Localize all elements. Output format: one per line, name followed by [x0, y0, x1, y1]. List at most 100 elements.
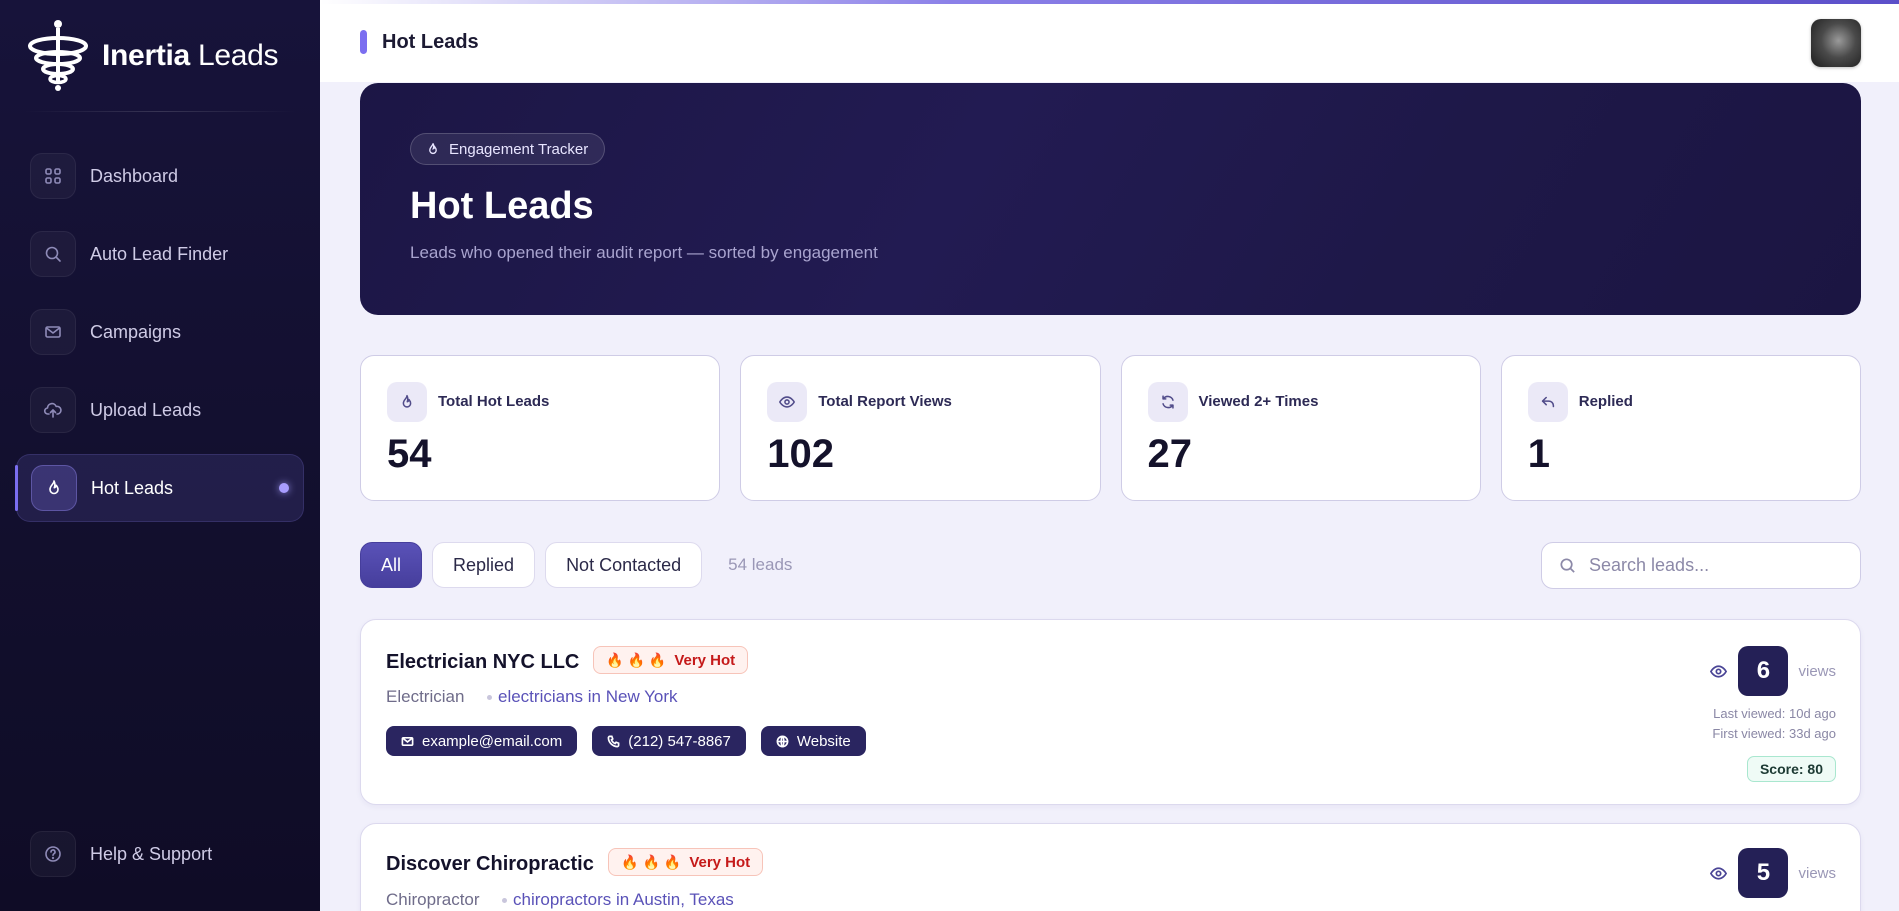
page-title: Hot Leads — [382, 31, 479, 53]
heat-badge: 🔥 🔥 🔥 Very Hot — [608, 848, 764, 876]
flame-icon — [31, 465, 77, 511]
stat-label: Total Hot Leads — [438, 393, 550, 410]
sidebar-item-hot-leads[interactable]: Hot Leads — [15, 454, 304, 522]
stat-value: 27 — [1147, 432, 1193, 476]
stat-value: 1 — [1527, 432, 1550, 476]
fire-icon: 🔥 — [627, 651, 645, 668]
engagement-tracker-badge: Engagement Tracker — [410, 133, 606, 165]
sidebar-item-campaigns[interactable]: Campaigns — [16, 298, 304, 366]
logo-icon — [28, 20, 88, 91]
sidebar-nav: Dashboard Auto Lead Finder Campaigns Upl… — [15, 142, 304, 532]
first-viewed: First viewed: 33d ago — [1712, 726, 1836, 741]
filter-replied-button[interactable]: Replied — [432, 542, 536, 588]
heat-badge: 🔥 🔥 🔥 Very Hot — [593, 646, 749, 674]
sidebar-divider — [24, 111, 296, 112]
stat-label: Total Report Views — [818, 393, 952, 410]
avatar[interactable] — [1811, 19, 1861, 67]
brand-name: Inertia Leads — [102, 39, 279, 72]
mail-icon — [30, 309, 76, 355]
sidebar-item-label: Dashboard — [90, 165, 179, 186]
lead-category: Electrician — [386, 687, 465, 706]
sidebar-item-label: Campaigns — [90, 321, 182, 342]
stat-card-replied: Replied 1 — [1500, 355, 1861, 501]
refresh-icon — [1147, 382, 1188, 422]
phone-chip[interactable]: (212) 547-8867 — [592, 726, 746, 756]
heat-label: Very Hot — [689, 853, 751, 871]
score-badge: Score: 80 — [1746, 756, 1836, 782]
fire-icon: 🔥 — [642, 853, 660, 870]
sidebar-item-auto-lead-finder[interactable]: Auto Lead Finder — [16, 220, 304, 288]
hero-subtitle: Leads who opened their audit report — so… — [410, 243, 878, 262]
eye-icon — [1710, 664, 1728, 678]
views-counter: 6 views — [1709, 646, 1836, 696]
eye-icon — [1710, 866, 1728, 880]
grid-icon — [30, 153, 76, 199]
top-bar: Hot Leads — [320, 0, 1899, 82]
view-count: 6 — [1738, 646, 1789, 696]
stat-card-viewed-2-plus: Viewed 2+ Times 27 — [1120, 355, 1481, 501]
sidebar-item-upload-leads[interactable]: Upload Leads — [16, 376, 304, 444]
upload-cloud-icon — [30, 387, 76, 433]
sidebar-item-dashboard[interactable]: Dashboard — [16, 142, 304, 210]
filter-all-button[interactable]: All — [360, 542, 423, 588]
brand-logo[interactable]: Inertia Leads — [24, 18, 279, 94]
fire-icon: 🔥 — [606, 651, 624, 668]
filter-not-contacted-button[interactable]: Not Contacted — [545, 542, 703, 588]
title-accent-pill — [360, 30, 367, 54]
email-chip[interactable]: example@email.com — [386, 726, 578, 756]
lead-name: Electrician NYC LLC — [386, 651, 580, 673]
lead-name: Discover Chiropractic — [386, 853, 594, 875]
sidebar-item-help-support[interactable]: Help & Support — [16, 820, 304, 888]
contact-chips: example@email.com (212) 547-8867 Website — [386, 726, 866, 756]
flame-icon — [387, 382, 427, 422]
stats-row: Total Hot Leads 54 Total Report Views 10… — [360, 355, 1861, 501]
hero-banner: Engagement Tracker Hot Leads Leads who o… — [360, 83, 1861, 315]
heat-label: Very Hot — [674, 651, 736, 669]
reply-icon — [1527, 382, 1568, 422]
views-counter: 5 views — [1709, 848, 1836, 898]
phone-icon — [607, 735, 620, 747]
help-circle-icon — [30, 831, 76, 877]
mail-icon — [401, 736, 414, 746]
email-text: example@email.com — [422, 732, 563, 750]
views-label: views — [1798, 864, 1836, 882]
separator-dot — [487, 695, 492, 700]
globe-icon — [776, 735, 789, 747]
help-support-section: Help & Support — [16, 820, 304, 898]
active-indicator-dot — [279, 483, 289, 493]
last-viewed: Last viewed: 10d ago — [1713, 706, 1836, 721]
phone-text: (212) 547-8867 — [628, 732, 731, 750]
filter-bar: All Replied Not Contacted 54 leads — [360, 542, 792, 588]
lead-count: 54 leads — [728, 555, 793, 574]
sidebar: Inertia Leads Dashboard Auto Lead Finder… — [0, 0, 320, 911]
lead-search-query-link[interactable]: electricians in New York — [498, 687, 678, 707]
sidebar-item-label: Upload Leads — [90, 399, 202, 420]
view-count: 5 — [1738, 848, 1789, 898]
stat-label: Viewed 2+ Times — [1198, 393, 1319, 410]
fire-icon: 🔥 — [621, 853, 639, 870]
sidebar-item-label: Hot Leads — [91, 477, 174, 498]
stat-card-total-report-views: Total Report Views 102 — [740, 355, 1101, 501]
stat-value: 102 — [767, 432, 834, 476]
flame-icon — [429, 143, 437, 154]
lead-category: Chiropractor — [386, 890, 480, 909]
hero-title: Hot Leads — [410, 185, 594, 227]
lead-card[interactable]: Discover Chiropractic 🔥 🔥 🔥 Very Hot Chi… — [360, 823, 1861, 911]
views-label: views — [1798, 662, 1836, 680]
search-input[interactable] — [1589, 555, 1849, 576]
badge-label: Engagement Tracker — [449, 140, 589, 158]
top-accent-line — [320, 0, 1899, 4]
stat-value: 54 — [387, 432, 432, 476]
sidebar-item-label: Help & Support — [90, 843, 213, 864]
fire-icon: 🔥 — [648, 651, 667, 668]
stat-card-total-hot-leads: Total Hot Leads 54 — [360, 355, 721, 501]
search-box[interactable] — [1541, 542, 1861, 589]
stat-label: Replied — [1578, 393, 1633, 410]
search-icon — [30, 231, 76, 277]
sidebar-item-label: Auto Lead Finder — [90, 243, 229, 264]
lead-search-query-link[interactable]: chiropractors in Austin, Texas — [513, 890, 734, 910]
separator-dot — [502, 898, 507, 903]
eye-icon — [767, 382, 808, 422]
lead-card[interactable]: Electrician NYC LLC 🔥 🔥 🔥 Very Hot Elect… — [360, 619, 1861, 805]
website-chip[interactable]: Website — [760, 726, 866, 756]
